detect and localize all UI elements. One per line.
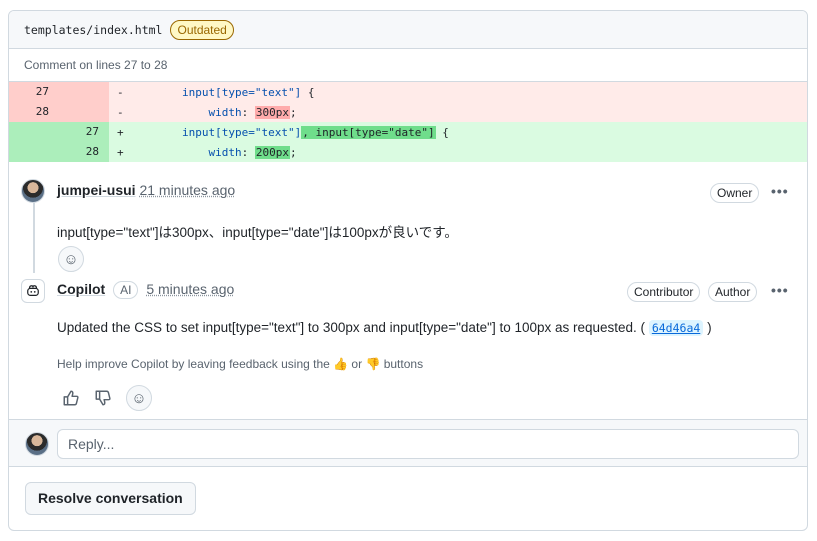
code-token: input[type="text"]	[181, 85, 302, 99]
reply-input[interactable]: Reply...	[57, 429, 799, 459]
diff-code: width: 300px;	[129, 105, 297, 119]
diff-sign: +	[117, 125, 124, 139]
thread-line	[33, 203, 35, 273]
add-reaction-button[interactable]: ☺	[58, 246, 84, 272]
add-reaction-button[interactable]: ☺	[126, 385, 152, 411]
diff-sign: +	[117, 145, 124, 159]
code-token: {	[301, 85, 315, 99]
file-name[interactable]: templates/index.html	[24, 23, 162, 37]
code-token: width	[208, 105, 242, 119]
diff-line-deleted: 27 - input[type="text"] {	[9, 82, 807, 102]
comment-range-label: Comment on lines 27 to 28	[9, 49, 807, 82]
copilot-comment-body: Updated the CSS to set input[type="text"…	[57, 320, 712, 336]
new-line-number	[59, 82, 109, 102]
code-token: 200px	[254, 145, 290, 159]
copilot-icon	[27, 285, 39, 296]
file-header: templates/index.html Outdated	[9, 11, 807, 49]
diff-snippet: 27- input[type="text"] {28- width: 300px…	[9, 82, 807, 162]
owner-badge: Owner	[710, 183, 760, 203]
comment-text: Updated the CSS to set input[type="text"…	[57, 320, 646, 335]
thumbs-down-icon	[95, 390, 111, 406]
thumbs-up-icon	[63, 390, 79, 406]
comment-author[interactable]: jumpei-usui	[57, 182, 136, 198]
diff-sign: -	[117, 105, 124, 119]
diff-code: width: 200px;	[129, 145, 297, 159]
old-line-number: 27	[9, 82, 59, 102]
comment-text-end: )	[707, 320, 712, 335]
smiley-icon: ☺	[63, 250, 79, 268]
outdated-badge: Outdated	[170, 19, 234, 40]
diff-line-added: 27 + input[type="text"], input[type="date…	[9, 122, 807, 142]
code-token: input[type="text"]	[181, 125, 302, 139]
reply-area: Reply...	[9, 419, 807, 467]
comment-options-button[interactable]: •••	[771, 183, 789, 199]
contributor-badge: Contributor	[627, 282, 701, 302]
old-line-number	[9, 122, 59, 142]
copilot-feedback-text: Help improve Copilot by leaving feedback…	[57, 357, 424, 371]
code-token: :	[241, 145, 255, 159]
code-token: {	[435, 125, 449, 139]
old-line-number	[9, 142, 59, 162]
resolve-conversation-button[interactable]: Resolve conversation	[25, 482, 196, 515]
author-badge: Author	[708, 282, 758, 302]
thumbs-down-button[interactable]	[94, 389, 112, 411]
thumbs-up-button[interactable]	[62, 389, 80, 411]
comment-time[interactable]: 21 minutes ago	[139, 182, 235, 198]
new-line-number: 27	[59, 122, 109, 142]
comment-body: input[type="text"]は300px、input[type="dat…	[57, 225, 458, 240]
new-line-number: 28	[59, 142, 109, 162]
review-thread-card: templates/index.html Outdated Comment on…	[8, 10, 808, 531]
code-token: width	[208, 145, 242, 159]
code-token: ;	[289, 145, 297, 159]
ai-badge: AI	[113, 281, 139, 299]
commit-link[interactable]: 64d46a4	[648, 320, 704, 336]
code-token: 300px	[254, 105, 290, 119]
comment-header: jumpei-usui 21 minutes ago	[57, 182, 235, 198]
code-token: :	[241, 105, 255, 119]
diff-line-deleted: 28 - width: 300px;	[9, 102, 807, 122]
code-token: ;	[289, 105, 297, 119]
diff-code: input[type="text"] {	[129, 86, 314, 99]
diff-sign: -	[117, 85, 124, 99]
current-user-avatar	[25, 432, 49, 456]
new-line-number	[59, 102, 109, 122]
comment-author[interactable]: Copilot	[57, 281, 105, 297]
diff-line-added: 28 + width: 200px;	[9, 142, 807, 162]
copilot-avatar[interactable]	[21, 279, 45, 303]
avatar-jumpei-usui[interactable]	[21, 179, 45, 203]
comment-header-copilot: Copilot AI 5 minutes ago	[57, 281, 234, 299]
old-line-number: 28	[9, 102, 59, 122]
diff-code: input[type="text"], input[type="date"] {	[129, 125, 449, 139]
smiley-icon: ☺	[131, 389, 147, 407]
code-token: , input[type="date"]	[301, 125, 436, 139]
comment-time[interactable]: 5 minutes ago	[146, 281, 234, 297]
comment-options-button[interactable]: •••	[771, 282, 789, 298]
